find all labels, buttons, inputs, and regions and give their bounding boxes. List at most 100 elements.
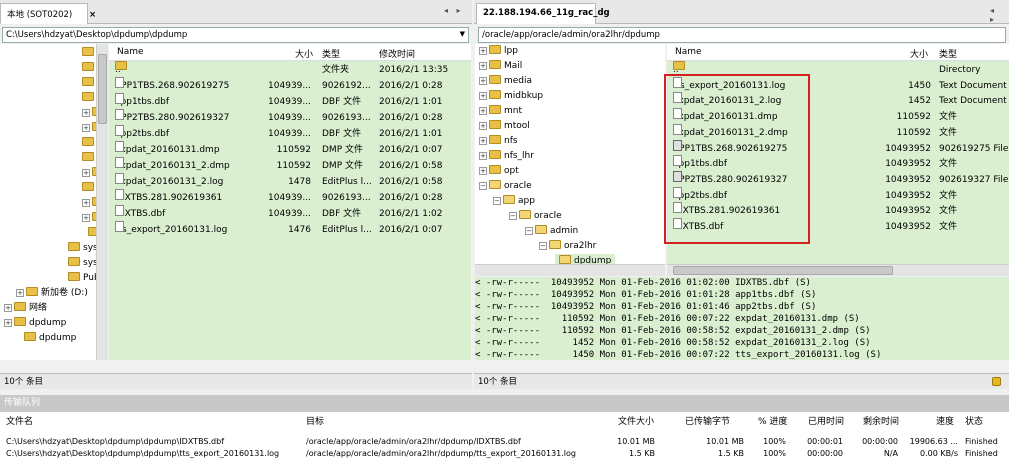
expand-icon[interactable]: + [4,318,12,327]
col-type[interactable]: 类型 [322,47,340,60]
expand-icon[interactable]: + [479,106,487,115]
right-path-text: /oracle/app/oracle/admin/ora2lhr/dpdump [482,30,660,40]
tab-remote[interactable]: 22.188.194.66_11g_rac_dg [476,3,610,24]
file-size: 10493952 [885,190,931,201]
expand-icon[interactable]: + [16,288,24,297]
tree-node[interactable]: + nfs_lhr [479,149,534,164]
table-row[interactable]: C:\Users\hdzyat\Desktop\dpdump\dpdump\tt… [0,448,1009,460]
tree-node[interactable]: + nfs [479,134,518,149]
tree-node[interactable]: + mnt [479,104,522,119]
col-name[interactable]: Name [675,47,702,57]
list-item[interactable]: IDXTBS.281.902619361 104939... 9026193... 2… [109,189,471,206]
list-item[interactable]: APP2TBS.280.902619327 104939... 9026193...… [109,109,471,126]
scroll-thumb[interactable] [98,54,107,124]
file-icon [115,189,124,200]
tab-nav-arrows[interactable]: ◂ ▸ [444,6,464,15]
list-item[interactable]: APP1TBS.268.902619275 104939... 9026192...… [109,77,471,94]
col-progress[interactable]: % 进度 [758,416,787,428]
expand-icon[interactable]: + [479,166,487,175]
list-item[interactable]: expdat_20160131_2.log 1478 EditPlus l... 20… [109,173,471,190]
tree-node[interactable]: + 新加卷 (D:) [16,286,88,301]
tree-node[interactable]: + media [479,74,532,89]
left-status-bar: 10个 条目 [0,373,472,389]
tree-node[interactable]: + Mail [479,59,522,74]
tab-local[interactable]: 本地 (SOT0202) × [0,3,96,24]
expand-icon[interactable]: + [479,121,487,130]
highlight-box [664,74,810,244]
folder-icon [68,272,80,281]
left-path-input[interactable]: C:\Users\hdzyat\Desktop\dpdump\dpdump ▼ [2,27,469,43]
col-size[interactable]: 大小 [295,47,313,60]
col-speed[interactable]: 速度 [936,416,954,428]
file-modified: 2016/2/1 0:28 [379,113,443,123]
chevron-down-icon[interactable]: ▼ [460,30,465,38]
expand-icon[interactable]: + [4,303,12,312]
list-item[interactable]: IDXTBS.dbf 104939... DBF 文件 2016/2/1 1:02 [109,205,471,222]
expand-icon[interactable]: + [479,61,487,70]
expand-icon[interactable]: + [479,91,487,100]
file-type: DBF 文件 [322,129,362,139]
folder-icon [489,120,501,129]
list-item[interactable]: expdat_20160131_2.dmp 110592 DMP 文件 2016/2/… [109,157,471,174]
tree-node[interactable]: + 网络 [4,301,47,316]
file-type: DMP 文件 [322,145,363,155]
col-size[interactable]: 文件大小 [618,416,654,428]
col-target[interactable]: 目标 [306,416,324,428]
expand-icon[interactable]: + [82,213,90,222]
tree-node[interactable]: + midbkup [479,89,543,104]
list-item[interactable]: tts_export_20160131.log 1476 EditPlus l...… [109,221,471,238]
tree-node[interactable]: − ora2lhr [539,239,596,254]
tree-node[interactable]: + opt [479,164,519,179]
col-transferred[interactable]: 已传输字节 [685,416,730,428]
expand-icon[interactable]: + [82,168,90,177]
queue-cell-transferred: 1.5 KB [718,449,744,458]
right-list-hscrollbar[interactable] [667,264,1009,276]
col-size[interactable]: 大小 [910,47,928,60]
tree-node[interactable]: − oracle [479,179,532,194]
tree-node[interactable]: + dpdump [4,316,66,331]
file-name: IDXTBS.281.902619361 [115,189,222,206]
file-size: 110592 [896,112,931,123]
table-row[interactable]: C:\Users\hdzyat\Desktop\dpdump\dpdump\ID… [0,436,1009,448]
file-type: 902619327 File [939,174,1009,185]
expand-icon[interactable]: − [479,181,487,190]
col-name[interactable]: Name [117,47,144,57]
close-icon[interactable]: × [89,10,96,20]
tree-node[interactable]: − app [493,194,535,209]
expand-icon[interactable]: + [82,198,90,207]
expand-icon[interactable]: − [493,196,501,205]
tree-node[interactable]: + mtool [479,119,530,134]
right-tree-hscrollbar[interactable] [475,264,665,276]
list-item[interactable]: app2tbs.dbf 104939... DBF 文件 2016/2/1 1:01 [109,125,471,142]
file-size: 104939... [268,193,311,203]
right-path-input[interactable]: /oracle/app/oracle/admin/ora2lhr/dpdump [478,27,1006,43]
expand-icon[interactable]: + [479,151,487,160]
tab-nav-arrows[interactable]: ◂ ▸ [990,6,1009,24]
col-state[interactable]: 状态 [965,416,983,428]
col-file[interactable]: 文件名 [6,416,33,428]
list-item[interactable]: app1tbs.dbf 104939... DBF 文件 2016/2/1 1:01 [109,93,471,110]
col-remaining[interactable]: 剩余时间 [863,416,899,428]
scroll-thumb[interactable] [673,266,893,275]
col-elapsed[interactable]: 已用时间 [808,416,844,428]
expand-icon[interactable]: − [539,241,547,250]
expand-icon[interactable]: + [479,46,487,55]
tree-node[interactable]: − oracle [509,209,562,224]
expand-icon[interactable]: + [82,108,90,117]
expand-icon[interactable]: − [509,211,517,220]
list-item[interactable]: .. 文件夹 2016/2/1 13:35 [109,61,471,78]
tree-node[interactable]: − admin [525,224,578,239]
file-name: .. [115,61,127,78]
list-item[interactable]: expdat_20160131.dmp 110592 DMP 文件 2016/2/1 … [109,141,471,158]
tree-node[interactable]: dpdump [24,331,76,346]
left-tree-scrollbar[interactable] [96,44,108,360]
queue-title: 传输队列 [4,398,41,408]
expand-icon[interactable]: + [479,76,487,85]
expand-icon[interactable]: − [525,226,533,235]
col-type[interactable]: 类型 [939,47,957,60]
expand-icon[interactable]: + [479,136,487,145]
col-modified[interactable]: 修改时间 [379,47,415,60]
tree-node[interactable]: + lpp [479,44,518,59]
file-icon [115,93,124,104]
expand-icon[interactable]: + [82,123,90,132]
